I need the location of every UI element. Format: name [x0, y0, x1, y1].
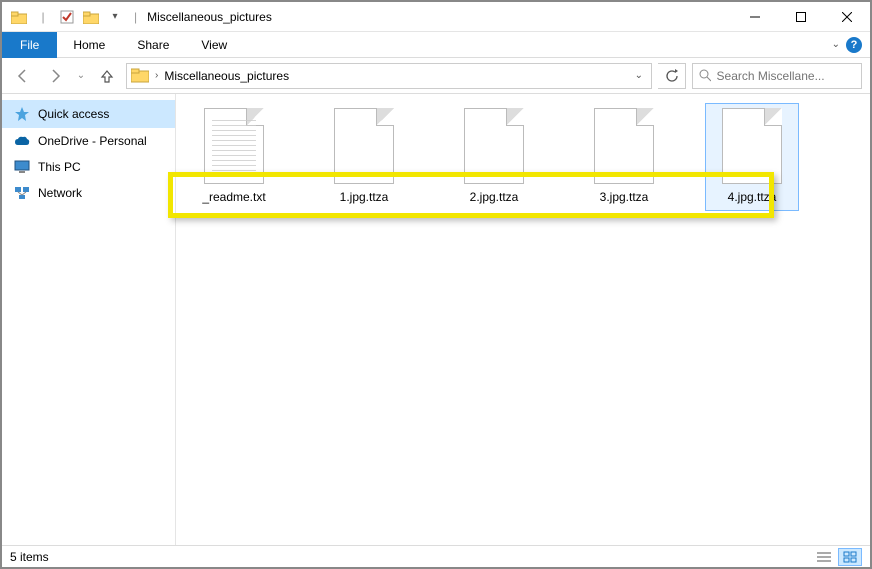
address-dropdown-icon[interactable]: ⌄ — [635, 70, 643, 81]
nav-up-button[interactable] — [94, 63, 120, 89]
file-item[interactable]: 4.jpg.ttza — [706, 104, 798, 210]
blank-file-icon — [334, 108, 394, 184]
status-bar: 5 items — [2, 545, 870, 567]
file-pane[interactable]: _readme.txt 1.jpg.ttza 2.jpg.ttza 3.jpg.… — [176, 94, 870, 545]
star-icon — [14, 106, 30, 122]
ribbon-expand-icon[interactable]: ⌄ — [832, 39, 840, 50]
tab-share[interactable]: Share — [121, 32, 185, 58]
file-item[interactable]: 1.jpg.ttza — [318, 108, 410, 204]
address-path[interactable]: Miscellaneous_pictures — [164, 69, 628, 83]
nav-back-button[interactable] — [10, 63, 36, 89]
sidebar-item-this-pc[interactable]: This PC — [2, 154, 175, 180]
file-tab[interactable]: File — [2, 32, 57, 58]
sidebar-item-onedrive[interactable]: OneDrive - Personal — [2, 128, 175, 154]
nav-bar: ⌄ › Miscellaneous_pictures ⌄ — [2, 58, 870, 94]
sidebar-item-label: This PC — [38, 160, 81, 174]
minimize-button[interactable] — [732, 2, 778, 32]
blank-file-icon — [464, 108, 524, 184]
cloud-icon — [14, 135, 30, 147]
file-item[interactable]: 2.jpg.ttza — [448, 108, 540, 204]
search-icon — [699, 69, 711, 82]
sidebar-item-label: Quick access — [38, 107, 109, 121]
tab-home[interactable]: Home — [57, 32, 121, 58]
chevron-right-icon[interactable]: › — [155, 70, 158, 81]
sidebar-item-network[interactable]: Network — [2, 180, 175, 206]
text-file-icon — [204, 108, 264, 184]
network-icon — [14, 186, 30, 200]
quick-access-toolbar: | ▾ | — [2, 6, 143, 28]
view-icons-button[interactable] — [838, 548, 862, 566]
qat-dropdown-icon[interactable]: ▾ — [104, 6, 126, 28]
maximize-button[interactable] — [778, 2, 824, 32]
view-details-button[interactable] — [812, 548, 836, 566]
nav-recent-dropdown-icon[interactable]: ⌄ — [74, 63, 88, 89]
tab-view[interactable]: View — [185, 32, 243, 58]
close-button[interactable] — [824, 2, 870, 32]
checkbox-checked-icon[interactable] — [56, 6, 78, 28]
blank-file-icon — [594, 108, 654, 184]
main-area: Quick access OneDrive - Personal This PC… — [2, 94, 870, 545]
nav-pane: Quick access OneDrive - Personal This PC… — [2, 94, 176, 545]
folder-icon — [8, 6, 30, 28]
sidebar-item-quick-access[interactable]: Quick access — [2, 100, 175, 128]
pc-icon — [14, 160, 30, 174]
status-item-count: 5 items — [10, 550, 49, 564]
file-name: 1.jpg.ttza — [340, 190, 389, 204]
file-item[interactable]: 3.jpg.ttza — [578, 108, 670, 204]
sidebar-item-label: Network — [38, 186, 82, 200]
help-icon[interactable]: ? — [846, 37, 862, 53]
sidebar-item-label: OneDrive - Personal — [38, 134, 147, 148]
nav-forward-button[interactable] — [42, 63, 68, 89]
title-bar: | ▾ | Miscellaneous_pictures — [2, 2, 870, 32]
window-title: Miscellaneous_pictures — [147, 10, 272, 24]
ribbon-tabs: File Home Share View ⌄ ? — [2, 32, 870, 58]
address-bar[interactable]: › Miscellaneous_pictures ⌄ — [126, 63, 652, 89]
file-name: _readme.txt — [202, 190, 265, 204]
refresh-button[interactable] — [658, 63, 686, 89]
file-name: 4.jpg.ttza — [728, 190, 777, 204]
folder-icon — [131, 67, 149, 85]
search-input[interactable] — [717, 69, 855, 83]
sep-icon: | — [32, 6, 54, 28]
window-controls — [732, 2, 870, 32]
file-item[interactable]: _readme.txt — [188, 108, 280, 204]
folder-small-icon[interactable] — [80, 6, 102, 28]
blank-file-icon — [722, 108, 782, 184]
file-list: _readme.txt 1.jpg.ttza 2.jpg.ttza 3.jpg.… — [188, 108, 858, 204]
search-box[interactable] — [692, 63, 862, 89]
file-name: 2.jpg.ttza — [470, 190, 519, 204]
title-sep-icon: | — [134, 10, 137, 24]
file-name: 3.jpg.ttza — [600, 190, 649, 204]
